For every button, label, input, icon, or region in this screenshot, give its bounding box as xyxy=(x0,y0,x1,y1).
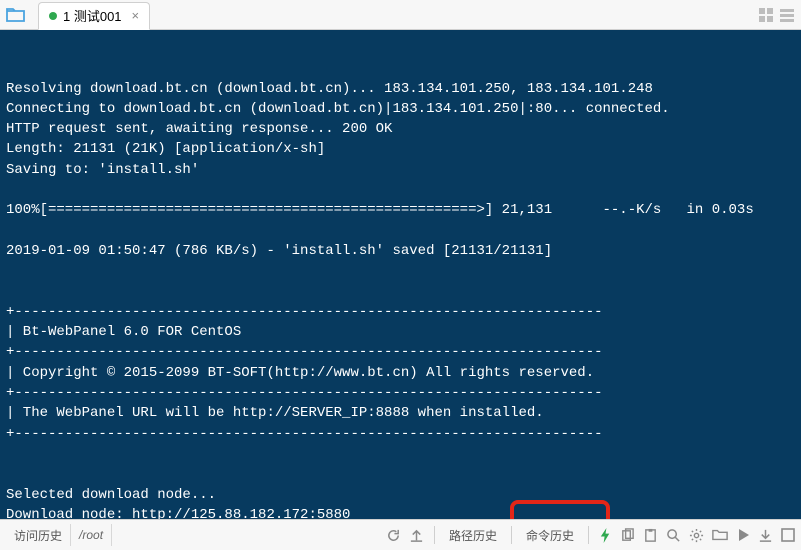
terminal-line: | Copyright © 2015-2099 BT-SOFT(http://w… xyxy=(6,363,795,383)
gear-icon[interactable] xyxy=(689,528,704,543)
folder-icon[interactable] xyxy=(712,528,728,542)
paste-icon[interactable] xyxy=(643,528,658,543)
terminal-line xyxy=(6,444,795,464)
copy-icon[interactable] xyxy=(620,528,635,543)
terminal-line: +---------------------------------------… xyxy=(6,424,795,444)
status-bar: 访问历史 /root 路径历史 命令历史 xyxy=(0,519,801,550)
terminal-line xyxy=(6,221,795,241)
terminal-line: HTTP request sent, awaiting response... … xyxy=(6,119,795,139)
close-icon[interactable]: × xyxy=(132,8,140,23)
download-icon[interactable] xyxy=(758,528,773,543)
terminal-line: 2019-01-09 01:50:47 (786 KB/s) - 'instal… xyxy=(6,241,795,261)
bolt-icon[interactable] xyxy=(599,528,612,543)
list-view-icon[interactable] xyxy=(779,7,795,23)
terminal-line xyxy=(6,464,795,484)
maximize-icon[interactable] xyxy=(781,528,795,542)
terminal-line xyxy=(6,282,795,302)
tab-label: 1 测试001 xyxy=(63,6,122,25)
terminal-line: | The WebPanel URL will be http://SERVER… xyxy=(6,403,795,423)
terminal-line: Saving to: 'install.sh' xyxy=(6,160,795,180)
terminal-line: Resolving download.bt.cn (download.bt.cn… xyxy=(6,79,795,99)
upload-icon[interactable] xyxy=(409,528,424,543)
play-icon[interactable] xyxy=(736,528,750,542)
status-dot-icon xyxy=(49,12,57,20)
terminal-line: | Bt-WebPanel 6.0 FOR CentOS xyxy=(6,322,795,342)
terminal-line: 100%[===================================… xyxy=(6,200,795,220)
terminal-line: Connecting to download.bt.cn (download.b… xyxy=(6,99,795,119)
terminal-output[interactable]: Resolving download.bt.cn (download.bt.cn… xyxy=(0,30,801,519)
open-folder-icon[interactable] xyxy=(6,6,28,24)
terminal-line: Selected download node... xyxy=(6,485,795,505)
terminal-line: +---------------------------------------… xyxy=(6,342,795,362)
refresh-icon[interactable] xyxy=(386,528,401,543)
terminal-line: +---------------------------------------… xyxy=(6,383,795,403)
visit-history-button[interactable]: 访问历史 xyxy=(6,524,71,546)
path-history-button[interactable]: 路径历史 xyxy=(445,527,501,544)
top-toolbar: 1 测试001 × xyxy=(0,0,801,30)
terminal-line: Length: 21131 (21K) [application/x-sh] xyxy=(6,139,795,159)
terminal-line xyxy=(6,261,795,281)
terminal-line: +---------------------------------------… xyxy=(6,302,795,322)
grid-view-icon[interactable] xyxy=(758,7,774,23)
terminal-line: Download node: http://125.88.182.172:588… xyxy=(6,505,795,519)
search-icon[interactable] xyxy=(666,528,681,543)
cmd-history-button[interactable]: 命令历史 xyxy=(522,527,578,544)
tab-session-1[interactable]: 1 测试001 × xyxy=(38,2,150,30)
current-path[interactable]: /root xyxy=(71,524,112,546)
terminal-line xyxy=(6,180,795,200)
